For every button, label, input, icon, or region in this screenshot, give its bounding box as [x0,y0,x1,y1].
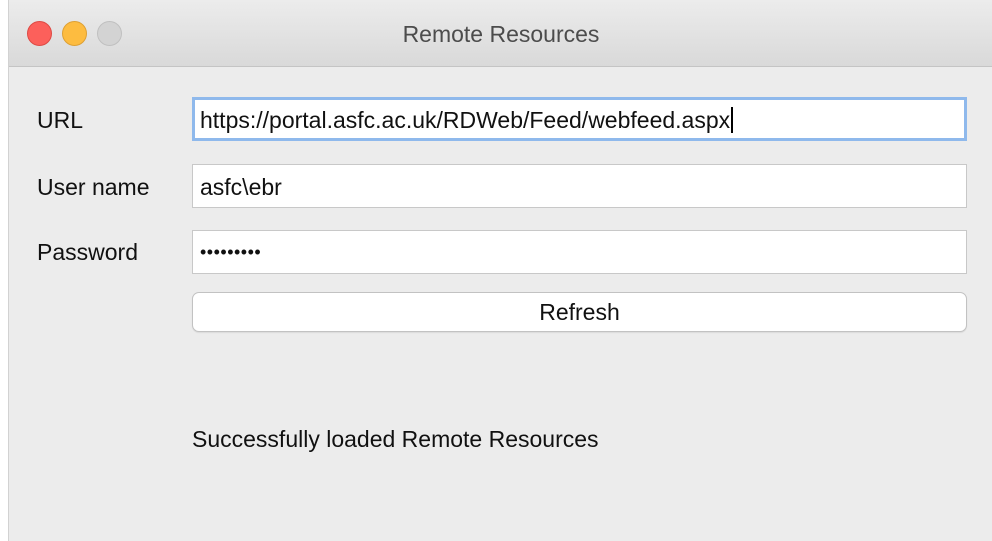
url-label: URL [37,107,84,133]
password-label: Password [37,239,138,265]
window-title: Remote Resources [402,21,600,47]
password-field[interactable]: ••••••••• [192,230,967,274]
password-field-value: ••••••••• [200,242,262,262]
title-bar[interactable]: Remote Resources [9,0,992,67]
refresh-button[interactable]: Refresh [192,292,967,332]
username-field-value: asfc\ebr [200,174,282,200]
url-field-value: https://portal.asfc.ac.uk/RDWeb/Feed/web… [200,107,731,133]
username-field[interactable]: asfc\ebr [192,164,967,208]
status-message: Successfully loaded Remote Resources [192,426,599,452]
url-field[interactable]: https://portal.asfc.ac.uk/RDWeb/Feed/web… [192,97,967,141]
remote-resources-window: Remote Resources URL https://portal.asfc… [8,0,992,541]
text-caret [731,107,734,133]
username-label: User name [37,174,150,200]
